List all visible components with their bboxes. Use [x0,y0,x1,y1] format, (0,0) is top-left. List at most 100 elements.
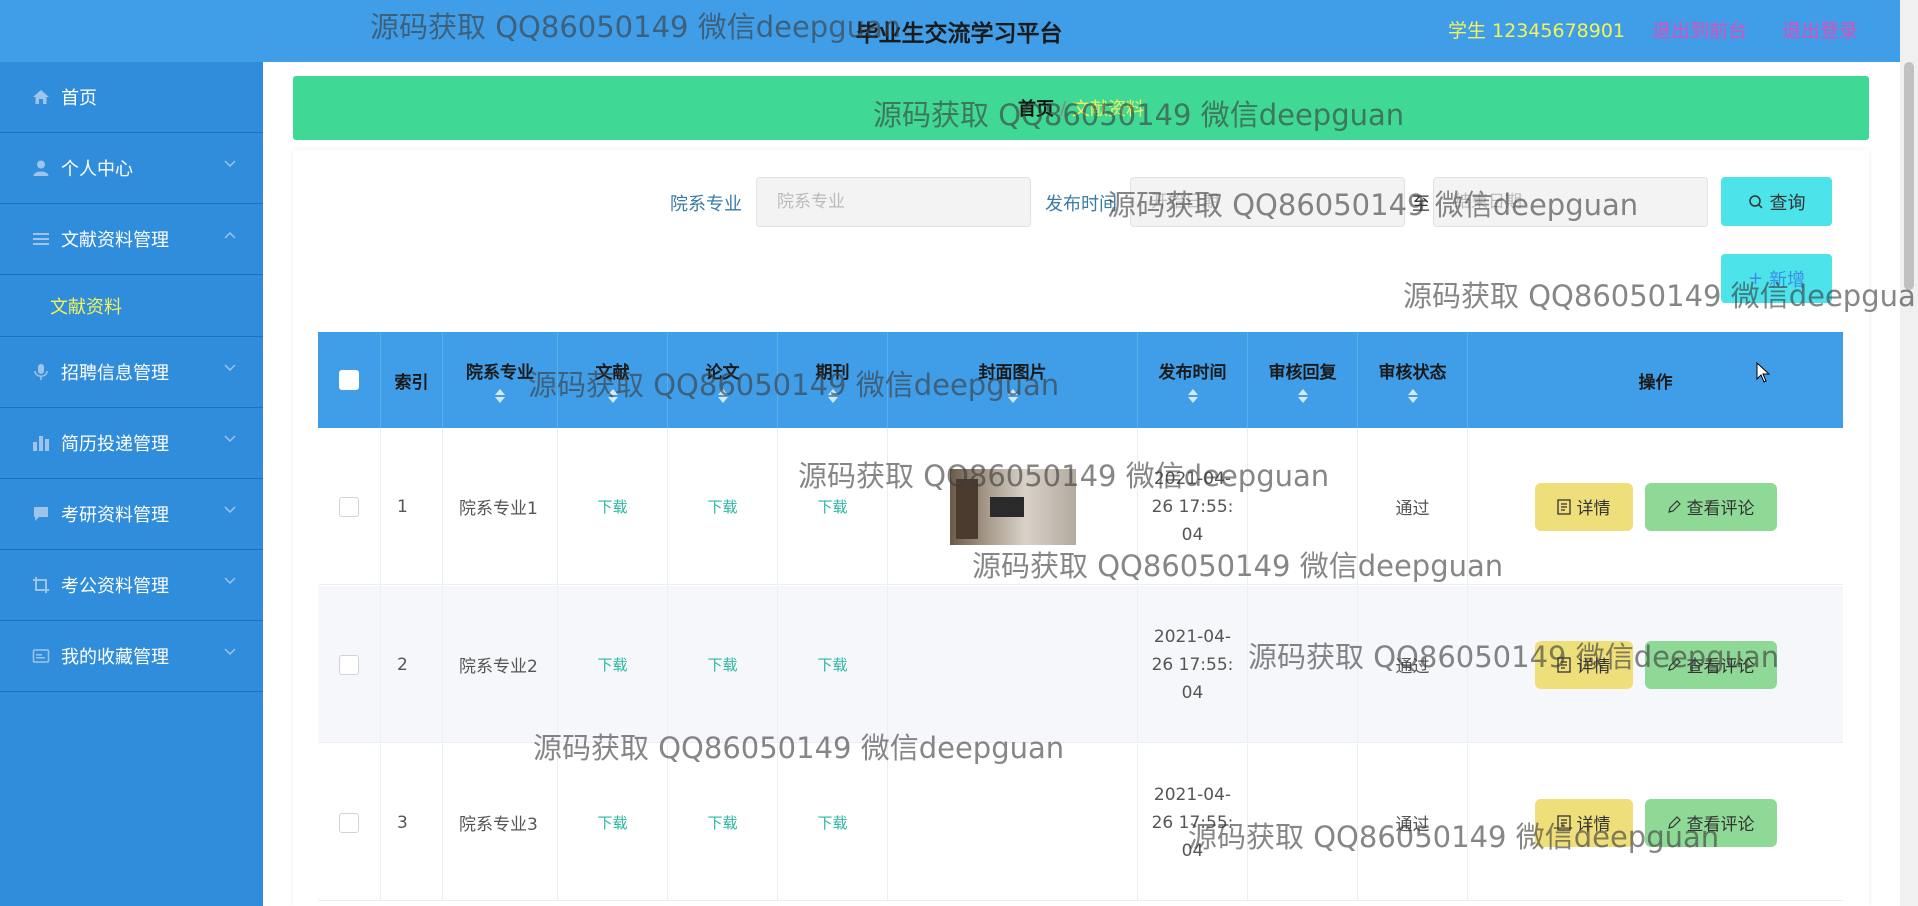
time-line: 26 17:55: [1151,654,1234,675]
sidebar-item-profile[interactable]: 个人中心 [0,133,263,204]
breadcrumb-home[interactable]: 首页 [1018,95,1054,121]
cell-reply [1248,744,1358,901]
scrollbar-thumb[interactable] [1904,62,1914,290]
card-icon [30,645,52,667]
cell-status: 通过 [1358,586,1468,743]
end-date-input[interactable] [1433,177,1708,227]
sidebar-subitem-literature[interactable]: 文献资料 [0,275,263,337]
sort-icon[interactable] [607,388,618,403]
add-button[interactable]: + 新增 [1721,254,1832,303]
sidebar-item-label: 简历投递管理 [61,434,169,455]
logout-link[interactable]: 退出登录 [1782,16,1858,43]
detail-button[interactable]: 详情 [1534,640,1633,689]
view-comments-label: 查看评论 [1686,815,1755,835]
sort-icon[interactable] [495,388,505,403]
time-line: 26 17:55: [1151,496,1234,517]
row-checkbox[interactable] [339,812,359,833]
cell-journal: 下载 [778,744,888,901]
back-to-front-link[interactable]: 退出到前台 [1652,16,1747,43]
sort-icon[interactable] [1187,388,1198,403]
sidebar-item-home[interactable]: 首页 [0,62,263,133]
chevron-down-icon [224,506,236,514]
download-link[interactable]: 下载 [817,812,847,833]
time-line: 2021-04- [1153,468,1232,489]
view-comments-button[interactable]: 查看评论 [1644,798,1777,847]
cell-doc: 下载 [558,586,668,743]
cell-cover [888,744,1138,901]
sidebar-item-recruitment[interactable]: 招聘信息管理 [0,337,263,408]
download-link[interactable]: 下载 [707,496,737,517]
view-comments-button[interactable]: 查看评论 [1644,482,1777,531]
time-line: 04 [1181,524,1204,545]
cell-time: 2021-04- 26 17:55: 04 [1138,586,1248,743]
col-dept-label: 院系专业 [466,362,534,383]
col-thesis-label: 论文 [705,362,740,383]
sidebar-item-literature-management[interactable]: 文献资料管理 [0,204,263,275]
mic-icon [30,361,52,383]
chevron-down-icon [224,160,236,168]
detail-button[interactable]: 详情 [1534,482,1633,531]
sort-icon[interactable] [827,388,838,403]
chevron-down-icon [224,364,236,372]
download-link[interactable]: 下载 [817,496,847,517]
download-link[interactable]: 下载 [597,654,627,675]
col-review-reply-label: 审核回复 [1268,362,1337,383]
sort-icon[interactable] [1407,388,1418,403]
dept-input[interactable] [756,177,1031,227]
row-checkbox[interactable] [339,496,359,517]
start-date-input[interactable] [1130,177,1405,227]
page-scrollbar[interactable] [1900,0,1918,906]
bar-chart-icon [30,432,52,454]
col-index-label: 索引 [394,372,429,393]
breadcrumb-current: 文献资料 [1072,99,1145,120]
download-link[interactable]: 下载 [817,654,847,675]
download-link[interactable]: 下载 [597,496,627,517]
col-thesis[interactable]: 论文 [668,332,778,428]
download-link[interactable]: 下载 [707,812,737,833]
sidebar-item-favorites[interactable]: 我的收藏管理 [0,621,263,692]
sort-icon[interactable] [717,388,728,403]
sidebar-item-civil-service[interactable]: 考公资料管理 [0,550,263,621]
sidebar-item-label: 考公资料管理 [61,576,169,597]
table-row: 1 院系专业1 下载 下载 下载 2021-04- 26 17:55: 04 通过 … [318,428,1843,585]
chevron-up-icon [224,231,236,239]
detail-button[interactable]: 详情 [1534,798,1633,847]
mouse-cursor-icon [1756,362,1770,383]
col-review-status-label: 审核状态 [1378,362,1447,383]
cell-dept: 院系专业1 [443,428,558,585]
cell-cover [888,586,1138,743]
sort-icon[interactable] [1297,388,1308,403]
cell-reply [1248,428,1358,585]
col-publish-time[interactable]: 发布时间 [1138,332,1248,428]
breadcrumb-separator: / [1059,97,1067,119]
col-review-reply[interactable]: 审核回复 [1248,332,1358,428]
col-review-status[interactable]: 审核状态 [1358,332,1468,428]
col-dept[interactable]: 院系专业 [443,332,558,428]
dept-label: 院系专业 [670,194,742,215]
time-line: 2021-04- [1153,626,1232,647]
sidebar-item-label: 文献资料管理 [61,230,169,251]
sort-icon[interactable] [1007,388,1018,403]
edit-icon [1667,815,1681,829]
col-doc[interactable]: 文献 [558,332,668,428]
row-select [318,428,381,585]
select-all-checkbox[interactable] [339,370,359,390]
download-link[interactable]: 下载 [597,812,627,833]
table-row: 2 院系专业2 下载 下载 下载 2021-04- 26 17:55: 04 通过 … [318,586,1843,743]
sidebar-item-postgrad[interactable]: 考研资料管理 [0,479,263,550]
download-link[interactable]: 下载 [707,654,737,675]
col-journal[interactable]: 期刊 [778,332,888,428]
sidebar: 首页 个人中心 文献资料管理 文献资料 招聘信息管理 简历投递管理 考研资料管理 [0,62,263,906]
cell-cover [888,428,1138,585]
sidebar-item-resume[interactable]: 简历投递管理 [0,408,263,479]
row-select [318,586,381,743]
query-button[interactable]: 查询 [1721,177,1832,226]
row-checkbox[interactable] [339,654,359,675]
col-journal-label: 期刊 [815,362,850,383]
col-cover[interactable]: 封面图片 [888,332,1138,428]
edit-icon [1667,657,1681,671]
cell-thesis: 下载 [668,428,778,585]
view-comments-button[interactable]: 查看评论 [1644,640,1777,689]
view-comments-label: 查看评论 [1686,499,1755,519]
cell-thesis: 下载 [668,744,778,901]
